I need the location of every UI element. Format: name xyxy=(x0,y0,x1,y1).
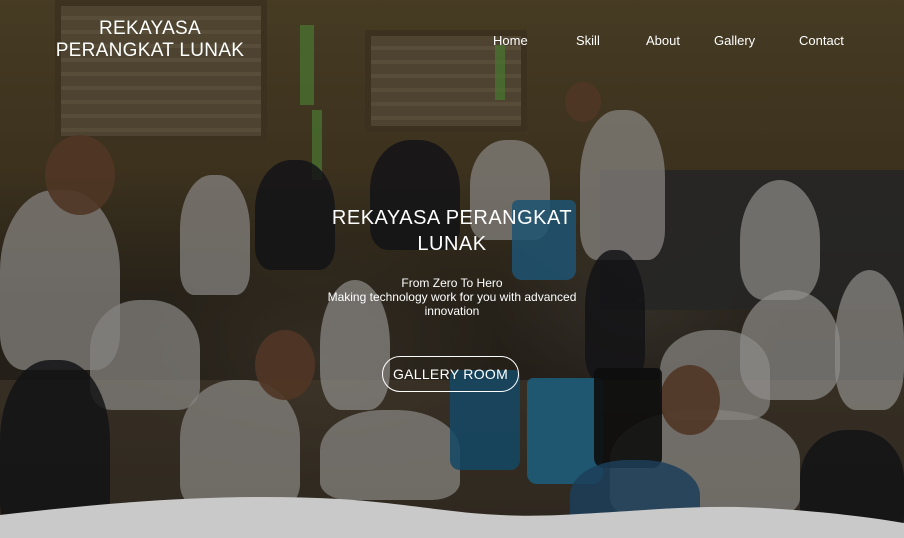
nav-gallery[interactable]: Gallery xyxy=(714,33,755,48)
hero-title: REKAYASA PERANGKAT LUNAK xyxy=(331,207,573,255)
bottom-wave xyxy=(0,496,904,538)
nav-home[interactable]: Home xyxy=(493,33,528,48)
hero-tagline: From Zero To Hero xyxy=(401,276,503,290)
brand-title[interactable]: REKAYASA PERANGKAT LUNAK xyxy=(40,18,260,62)
nav-about[interactable]: About xyxy=(646,33,680,48)
dark-overlay xyxy=(0,0,904,538)
hero-description: Making technology work for you with adva… xyxy=(327,290,577,318)
gallery-room-button[interactable]: GALLERY ROOM xyxy=(382,356,519,392)
nav-contact[interactable]: Contact xyxy=(799,33,844,48)
nav-skill[interactable]: Skill xyxy=(576,33,600,48)
